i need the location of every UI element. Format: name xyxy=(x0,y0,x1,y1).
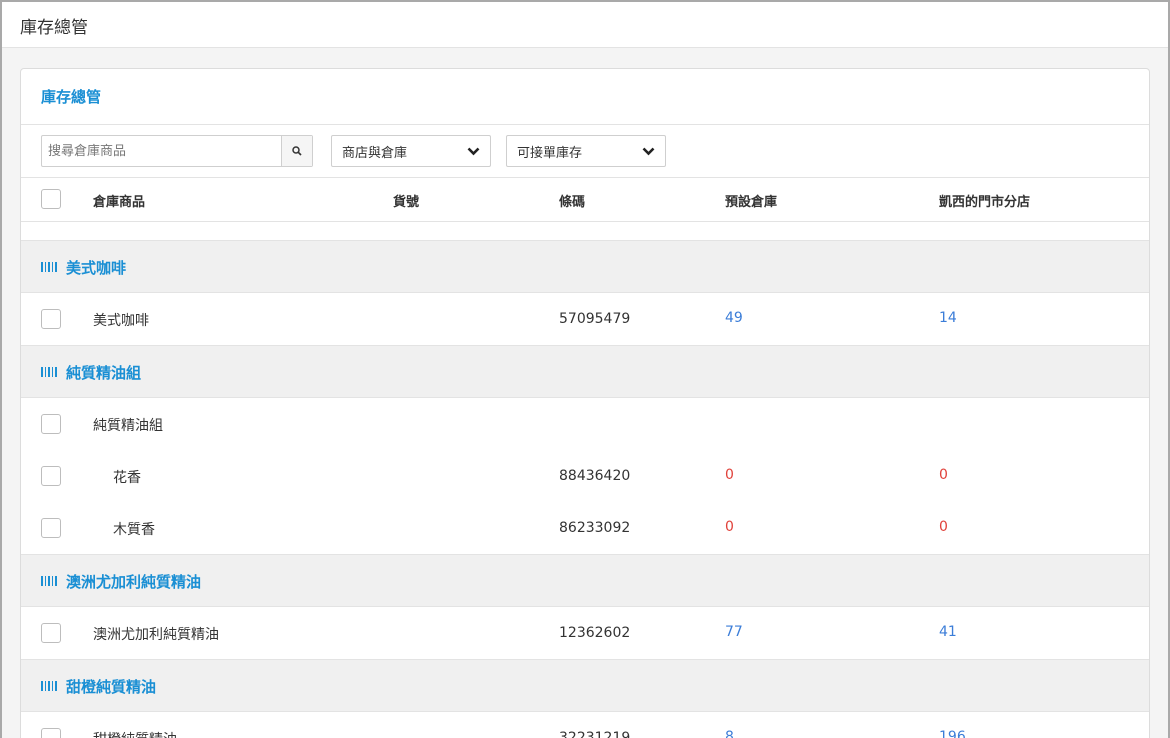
warehouse-qty-link[interactable]: 49 xyxy=(725,310,743,326)
barcode-value: 86233092 xyxy=(559,520,631,536)
group-title: 美式咖啡 xyxy=(66,259,127,277)
barcode-value: 32231219 xyxy=(559,730,631,738)
header-barcode: 條碼 xyxy=(559,195,586,210)
variant-name: 花香 xyxy=(113,470,141,486)
select-all-checkbox[interactable] xyxy=(41,189,61,209)
product-name: 甜橙純質精油 xyxy=(93,729,177,738)
row-checkbox[interactable] xyxy=(41,309,61,329)
barcode-icon xyxy=(41,681,57,691)
table-row: 花香 88436420 0 0 xyxy=(21,450,1149,502)
product-name: 澳洲尤加利純質精油 xyxy=(93,627,219,643)
table-row: 甜橙純質精油 32231219 8 196 xyxy=(21,712,1149,738)
barcode-value: 12362602 xyxy=(559,625,631,641)
page-title: 庫存總管 xyxy=(20,18,88,38)
group-title: 甜橙純質精油 xyxy=(66,678,157,696)
header-store: 凱西的門市分店 xyxy=(939,195,1031,210)
table-row: 美式咖啡 57095479 49 14 xyxy=(21,293,1149,345)
store-qty-link[interactable]: 14 xyxy=(939,310,957,326)
barcode-icon xyxy=(41,262,57,272)
store-qty-link[interactable]: 196 xyxy=(939,729,966,738)
app-window: 庫存總管 庫存總管 商店與倉庫 xyxy=(0,0,1170,738)
stock-type-select[interactable]: 可接單庫存 xyxy=(506,135,666,167)
panel-header: 庫存總管 xyxy=(21,69,1149,125)
barcode-value: 57095479 xyxy=(559,311,631,327)
inventory-panel: 庫存總管 商店與倉庫 可接單庫存 xyxy=(20,68,1150,738)
row-checkbox[interactable] xyxy=(41,623,61,643)
warehouse-qty-link[interactable]: 0 xyxy=(725,519,734,535)
barcode-value: 88436420 xyxy=(559,468,631,484)
group-row: 純質精油組 xyxy=(21,345,1149,398)
store-qty-link[interactable]: 0 xyxy=(939,519,948,535)
warehouse-qty-link[interactable]: 77 xyxy=(725,624,743,640)
group-title: 澳洲尤加利純質精油 xyxy=(66,573,202,591)
search-button[interactable] xyxy=(281,136,312,166)
table-header: 倉庫商品 貨號 條碼 預設倉庫 凱西的門市分店 xyxy=(21,178,1149,222)
row-checkbox[interactable] xyxy=(41,466,61,486)
group-row: 甜橙純質精油 xyxy=(21,659,1149,712)
row-checkbox[interactable] xyxy=(41,518,61,538)
table-row: 純質精油組 xyxy=(21,398,1149,450)
filter-toolbar: 商店與倉庫 可接單庫存 xyxy=(21,125,1149,178)
store-qty-link[interactable]: 0 xyxy=(939,467,948,483)
top-bar: 庫存總管 xyxy=(2,2,1168,48)
store-warehouse-select[interactable]: 商店與倉庫 xyxy=(331,135,491,167)
warehouse-qty-link[interactable]: 0 xyxy=(725,467,734,483)
store-warehouse-select-label: 商店與倉庫 xyxy=(342,145,408,161)
group-row: 澳洲尤加利純質精油 xyxy=(21,554,1149,607)
table-row: 木質香 86233092 0 0 xyxy=(21,502,1149,554)
header-default-warehouse: 預設倉庫 xyxy=(725,195,778,210)
row-checkbox[interactable] xyxy=(41,414,61,434)
search-input[interactable] xyxy=(42,136,281,166)
chevron-down-icon xyxy=(467,147,480,155)
search-box xyxy=(41,135,313,167)
chevron-down-icon xyxy=(642,147,655,155)
group-title: 純質精油組 xyxy=(66,364,142,382)
header-sku: 貨號 xyxy=(393,195,420,210)
product-name: 美式咖啡 xyxy=(93,313,149,329)
group-row: 美式咖啡 xyxy=(21,240,1149,293)
variant-name: 木質香 xyxy=(113,522,155,538)
table-row: 澳洲尤加利純質精油 12362602 77 41 xyxy=(21,607,1149,659)
product-name: 純質精油組 xyxy=(93,418,163,434)
row-checkbox[interactable] xyxy=(41,728,61,738)
table-spacer xyxy=(21,222,1149,240)
panel-title: 庫存總管 xyxy=(41,88,102,106)
barcode-icon xyxy=(41,367,57,377)
warehouse-qty-link[interactable]: 8 xyxy=(725,729,734,738)
search-icon xyxy=(292,146,302,156)
header-product: 倉庫商品 xyxy=(93,195,146,210)
stock-type-select-label: 可接單庫存 xyxy=(517,145,583,161)
table-body: 美式咖啡 美式咖啡 57095479 49 14 純質精油組 純質精油組 花香 … xyxy=(21,240,1149,738)
store-qty-link[interactable]: 41 xyxy=(939,624,957,640)
barcode-icon xyxy=(41,576,57,586)
